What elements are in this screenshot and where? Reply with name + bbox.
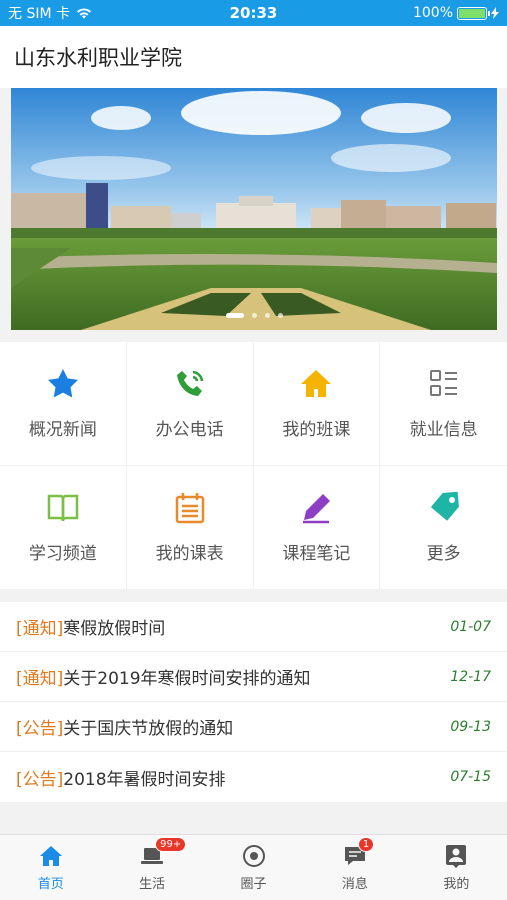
tag-icon [427, 491, 461, 525]
book-icon [46, 491, 80, 525]
carousel-dot[interactable] [251, 313, 257, 318]
charging-icon [491, 7, 499, 19]
grid-label: 办公电话 [155, 420, 224, 440]
grid-label: 就业信息 [409, 420, 478, 440]
star-icon [46, 367, 80, 401]
grid-label: 概况新闻 [28, 420, 97, 440]
news-title: 2018年暑假时间安排 [63, 769, 226, 790]
grid-item-jobs[interactable]: 就业信息 [380, 342, 507, 466]
list-item[interactable]: [通知]寒假放假时间 01-07 [0, 602, 507, 652]
grid-label: 我的班课 [282, 420, 351, 440]
calendar-icon [173, 491, 207, 525]
app-header: 山东水利职业学院 [0, 26, 507, 88]
tab-label: 圈子 [240, 877, 267, 892]
tab-label: 首页 [37, 877, 64, 892]
grid-label: 更多 [426, 544, 461, 564]
news-title: 寒假放假时间 [63, 619, 166, 639]
banner-carousel[interactable] [11, 88, 497, 330]
carrier-label: 无 SIM 卡 [8, 6, 70, 22]
list-item[interactable]: [公告]2018年暑假时间安排 07-15 [0, 752, 507, 802]
tab-messages[interactable]: 1 消息 [304, 835, 405, 900]
tab-label: 我的 [443, 877, 470, 892]
news-date: 09-13 [450, 718, 491, 735]
tab-label: 生活 [139, 877, 166, 892]
carousel-dot[interactable] [264, 313, 270, 318]
news-date: 12-17 [450, 668, 491, 685]
grid-item-phone[interactable]: 办公电话 [126, 342, 254, 466]
news-date: 07-15 [450, 769, 491, 785]
carousel-indicator [11, 313, 497, 318]
grid-label: 学习频道 [28, 544, 97, 564]
grid-item-more[interactable]: 更多 [380, 466, 507, 590]
news-tag: [公告] [16, 769, 64, 790]
battery-icon [457, 6, 490, 20]
news-date: 01-07 [450, 618, 491, 635]
tab-profile[interactable]: 我的 [406, 835, 507, 900]
pencil-icon [299, 491, 333, 525]
battery-percent: 100% [412, 5, 453, 21]
grid-item-class[interactable]: 我的班课 [253, 342, 381, 466]
grid-item-study[interactable]: 学习频道 [0, 466, 127, 590]
news-list: [通知]寒假放假时间 01-07 [通知]关于2019年寒假时间安排的通知 12… [0, 602, 507, 802]
circle-tab-icon [241, 843, 267, 869]
laptop-tab-icon: 99+ [139, 837, 187, 869]
tab-badge: 1 [357, 837, 375, 852]
home-icon [299, 367, 333, 401]
news-tag: [通知] [16, 669, 64, 689]
tab-label: 消息 [341, 877, 368, 892]
tab-home[interactable]: 首页 [0, 835, 101, 900]
list-icon [427, 367, 461, 401]
campus-photo [11, 88, 497, 330]
grid-label: 我的课表 [155, 544, 224, 564]
tab-life[interactable]: 99+ 生活 [101, 835, 202, 900]
news-title: 关于国庆节放假的通知 [63, 719, 234, 739]
tab-circle[interactable]: 圈子 [203, 835, 304, 900]
wifi-icon [77, 8, 91, 19]
carousel-dot[interactable] [225, 313, 244, 318]
page-title: 山东水利职业学院 [14, 46, 182, 70]
status-bar: 无 SIM 卡 20:33 100% [0, 0, 507, 26]
phone-icon [173, 367, 207, 401]
carousel-dot[interactable] [277, 313, 283, 318]
message-tab-icon: 1 [342, 837, 375, 869]
news-tag: [通知] [16, 619, 64, 639]
home-tab-icon [38, 843, 64, 869]
feature-grid: 概况新闻 办公电话 我的班课 就业信息 学习频道 我的课表 课程笔记 更多 [0, 342, 507, 590]
grid-label: 课程笔记 [282, 544, 351, 564]
list-item[interactable]: [通知]关于2019年寒假时间安排的通知 12-17 [0, 652, 507, 702]
grid-item-notes[interactable]: 课程笔记 [253, 466, 381, 590]
tab-bar: 首页 99+ 生活 圈子 1 消息 我的 [0, 834, 507, 900]
news-tag: [公告] [16, 719, 64, 739]
news-title: 关于2019年寒假时间安排的通知 [63, 669, 311, 689]
list-item[interactable]: [公告]关于国庆节放假的通知 09-13 [0, 702, 507, 752]
grid-item-timetable[interactable]: 我的课表 [126, 466, 254, 590]
grid-item-news[interactable]: 概况新闻 [0, 342, 127, 466]
tab-badge: 99+ [155, 837, 187, 852]
profile-tab-icon [443, 843, 469, 869]
